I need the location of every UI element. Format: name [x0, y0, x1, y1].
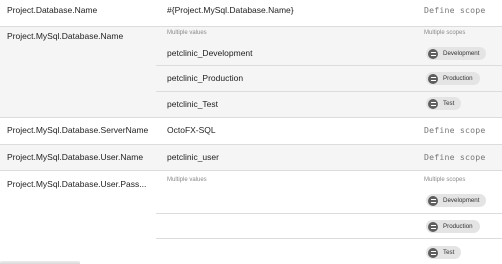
scope-label: Development [443, 50, 480, 57]
scope-label: Test [443, 100, 455, 107]
multiple-scopes-header: Multiple scopes [424, 177, 466, 183]
scope-label: Development [443, 197, 480, 204]
variable-value[interactable]: #{Project.MySql.Database.Name} [167, 5, 294, 15]
define-scope-button[interactable]: Define scope [424, 152, 486, 162]
environment-icon [428, 247, 438, 258]
variable-value[interactable]: petclinic_Production [167, 73, 243, 83]
multiple-scopes-header: Multiple scopes [424, 30, 466, 36]
environment-icon [428, 48, 438, 59]
variable-name: Project.Database.Name [7, 5, 98, 15]
environment-icon [428, 221, 438, 232]
variable-value[interactable]: petclinic_Development [167, 48, 253, 58]
scope-label: Test [443, 249, 455, 256]
variable-value[interactable]: petclinic_user [167, 152, 219, 162]
variable-row[interactable]: Project.MySql.Database.User.Name petclin… [0, 145, 502, 170]
variable-row[interactable]: Project.Database.Name #{Project.MySql.Da… [0, 0, 502, 26]
environment-icon [428, 98, 438, 109]
variable-name: Project.MySql.Database.User.Name [7, 152, 144, 162]
scope-chip[interactable]: Development [426, 47, 487, 60]
scope-label: Production [443, 75, 473, 82]
multiple-values-header: Multiple values [167, 30, 207, 36]
define-scope-button[interactable]: Define scope [424, 125, 486, 135]
variable-value[interactable]: OctoFX-SQL [167, 125, 216, 135]
environment-icon [428, 73, 438, 84]
scope-chip[interactable]: Development [426, 194, 487, 207]
variable-name: Project.MySql.Database.Name [7, 31, 124, 41]
divider [156, 65, 502, 66]
scope-chip[interactable]: Test [426, 246, 462, 259]
divider [156, 91, 502, 92]
variable-row[interactable]: Project.MySql.Database.Name Multiple val… [0, 27, 502, 117]
define-scope-button[interactable]: Define scope [424, 5, 486, 15]
variable-row[interactable]: Project.MySql.Database.User.Pass... Mult… [0, 171, 502, 264]
variable-name: Project.MySql.Database.User.Pass... [7, 179, 147, 189]
divider [156, 213, 502, 214]
scope-chip[interactable]: Production [426, 72, 480, 85]
divider [156, 238, 502, 239]
multiple-values-header: Multiple values [167, 177, 207, 183]
scope-label: Production [443, 223, 473, 230]
scope-chip[interactable]: Test [426, 97, 462, 110]
scope-chip[interactable]: Production [426, 220, 480, 233]
variable-name: Project.MySql.Database.ServerName [7, 125, 149, 135]
environment-icon [428, 195, 438, 206]
variable-row[interactable]: Project.MySql.Database.ServerName OctoFX… [0, 118, 502, 144]
variable-value[interactable]: petclinic_Test [167, 99, 218, 109]
